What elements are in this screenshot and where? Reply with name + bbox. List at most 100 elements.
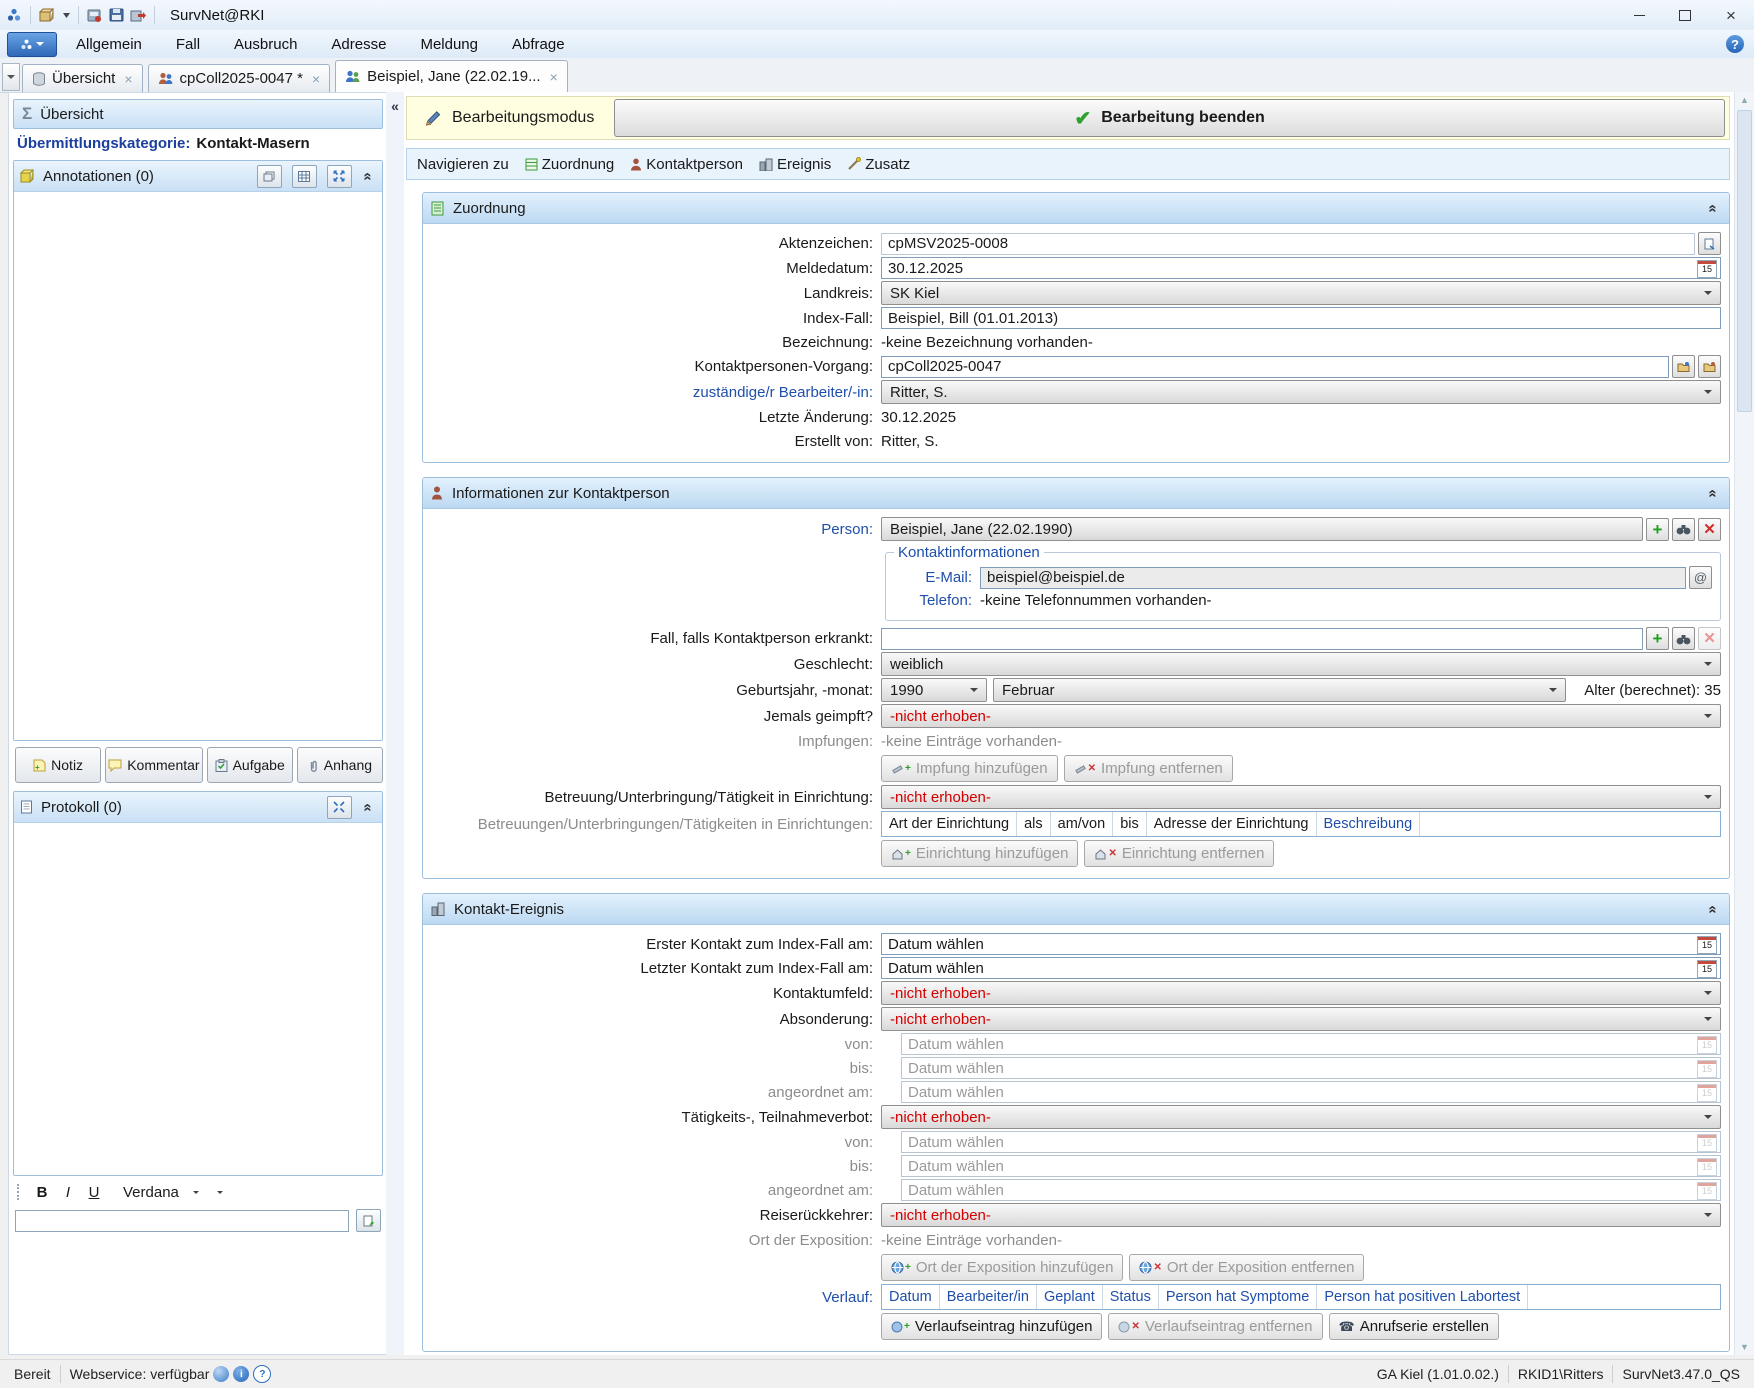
notiz-button[interactable]: + Notiz [15,747,101,783]
tab-beispiel-jane[interactable]: Beispiel, Jane (22.02.19... × [335,60,568,92]
collapse-sidebar-icon[interactable]: « [387,96,403,116]
panel-splitter[interactable]: « [386,92,405,1355]
einrichtung-hinzufuegen-button[interactable]: + Einrichtung hinzufügen [881,840,1078,867]
info-icon[interactable]: i [233,1366,249,1382]
vorgang-input[interactable]: cpColl2025-0047 [881,356,1669,378]
webservice-globe-icon[interactable] [213,1366,229,1382]
verbot-select[interactable]: -nicht erhoben- [881,1105,1721,1129]
minimize-button[interactable] [1616,0,1662,30]
column-header[interactable]: Art der Einrichtung [882,812,1017,836]
nav-zusatz-link[interactable]: Zusatz [847,156,910,173]
save-icon[interactable] [109,8,124,22]
column-header[interactable]: Person hat Symptome [1159,1285,1317,1309]
help-button[interactable]: ? [1726,35,1744,53]
italic-button[interactable]: I [57,1181,79,1203]
open-icon[interactable] [87,8,103,22]
font-select[interactable]: Verdana [117,1183,205,1202]
indexfall-input[interactable]: Beispiel, Bill (01.01.2013) [881,307,1721,329]
expand-panel-button[interactable] [327,165,352,188]
submit-comment-button[interactable] [356,1209,381,1232]
float-window-button[interactable] [257,165,282,188]
add-person-button[interactable]: + [1646,518,1669,541]
geburtsjahr-select[interactable]: 1990 [881,678,987,702]
aufgabe-button[interactable]: Aufgabe [207,747,293,783]
dropdown-arrow-icon[interactable] [63,13,70,18]
overview-header[interactable]: Σ Übersicht [13,99,383,129]
remove-person-button[interactable]: ✕ [1698,518,1721,541]
column-header[interactable]: Status [1103,1285,1159,1309]
collapse-section-icon[interactable]: « [1704,485,1721,501]
tab-uebersicht[interactable]: Übersicht × [22,64,143,92]
column-header[interactable]: Adresse der Einrichtung [1147,812,1317,836]
close-button[interactable]: × [1708,0,1754,30]
transfer-icon[interactable] [130,8,146,22]
absonderung-select[interactable]: -nicht erhoben- [881,1007,1721,1031]
comment-input[interactable] [15,1210,349,1232]
nav-ereignis-link[interactable]: Ereignis [759,156,831,173]
person-field[interactable]: Beispiel, Jane (22.02.1990) [881,517,1643,541]
ort-hinzufuegen-button[interactable]: + Ort der Exposition hinzufügen [881,1254,1123,1281]
expand-panel-button[interactable] [327,796,352,819]
finish-editing-button[interactable]: ✔ Bearbeitung beenden [614,99,1725,137]
kommentar-button[interactable]: Kommentar [105,747,202,783]
search-person-button[interactable] [1672,518,1695,541]
column-header[interactable]: Beschreibung [1317,812,1421,836]
send-email-button[interactable]: @ [1689,566,1712,589]
aktenzeichen-input[interactable]: cpMSV2025-0008 [881,233,1695,255]
landkreis-select[interactable]: SK Kiel [881,281,1721,305]
calendar-icon[interactable]: 15 [1697,260,1717,278]
anrufserie-erstellen-button[interactable]: ☎ Anrufserie erstellen [1329,1313,1499,1340]
menu-ausbruch[interactable]: Ausbruch [219,32,312,57]
impfung-entfernen-button[interactable]: ✕ Impfung entfernen [1064,755,1233,782]
verlaufseintrag-hinzufuegen-button[interactable]: + Verlaufseintrag hinzufügen [881,1313,1102,1340]
remove-fall-button[interactable]: ✕ [1698,627,1721,650]
select-vorgang-button[interactable] [1672,355,1695,378]
bold-button[interactable]: B [31,1181,53,1203]
scrollbar-thumb[interactable] [1737,110,1752,412]
font-size-select[interactable] [209,1181,231,1203]
drag-handle[interactable] [17,1184,23,1200]
scroll-down-icon[interactable]: ▼ [1735,1339,1754,1355]
app-menu-button[interactable] [7,32,57,57]
grid-view-button[interactable] [292,165,317,188]
maximize-button[interactable] [1662,0,1708,30]
meldedatum-input[interactable]: 30.12.2025 15 [881,257,1721,279]
einrichtung-entfernen-button[interactable]: ✕ Einrichtung entfernen [1084,840,1274,867]
nav-kontaktperson-link[interactable]: Kontaktperson [630,156,743,173]
menu-adresse[interactable]: Adresse [316,32,401,57]
menu-meldung[interactable]: Meldung [405,32,493,57]
impfung-hinzufuegen-button[interactable]: + Impfung hinzufügen [881,755,1058,782]
tab-close-icon[interactable]: × [550,69,558,85]
help-status-icon[interactable]: ? [253,1365,271,1383]
underline-button[interactable]: U [83,1181,105,1203]
new-record-icon[interactable] [39,8,57,23]
scroll-up-icon[interactable]: ▲ [1735,92,1754,108]
calendar-icon[interactable]: 15 [1697,936,1717,954]
betreuung-select[interactable]: -nicht erhoben- [881,785,1721,809]
nav-zuordnung-link[interactable]: Zuordnung [525,156,615,173]
column-header[interactable]: Geplant [1037,1285,1103,1309]
geschlecht-select[interactable]: weiblich [881,652,1721,676]
collapse-section-icon[interactable]: « [359,799,376,815]
tab-cpcoll[interactable]: cpColl2025-0047 * × [148,64,331,92]
search-fall-button[interactable] [1672,627,1695,650]
fall-erkrankt-input[interactable] [881,628,1643,650]
menu-abfrage[interactable]: Abfrage [497,32,580,57]
copy-record-button[interactable] [1698,232,1721,255]
collapse-section-icon[interactable]: « [1704,200,1721,216]
erster-kontakt-input[interactable]: Datum wählen 15 [881,933,1721,955]
bearbeiter-select[interactable]: Ritter, S. [881,380,1721,404]
menu-fall[interactable]: Fall [161,32,215,57]
email-input[interactable]: beispiel@beispiel.de [980,567,1686,589]
kontaktumfeld-select[interactable]: -nicht erhoben- [881,981,1721,1005]
column-header[interactable]: als [1017,812,1051,836]
open-vorgang-button[interactable] [1698,355,1721,378]
anhang-button[interactable]: Anhang [297,747,383,783]
tab-close-icon[interactable]: × [312,71,320,87]
menu-allgemein[interactable]: Allgemein [61,32,157,57]
reiserueckkehrer-select[interactable]: -nicht erhoben- [881,1203,1721,1227]
add-fall-button[interactable]: + [1646,627,1669,650]
geimpft-select[interactable]: -nicht erhoben- [881,704,1721,728]
tab-close-icon[interactable]: × [124,71,132,87]
collapse-section-icon[interactable]: « [1704,901,1721,917]
